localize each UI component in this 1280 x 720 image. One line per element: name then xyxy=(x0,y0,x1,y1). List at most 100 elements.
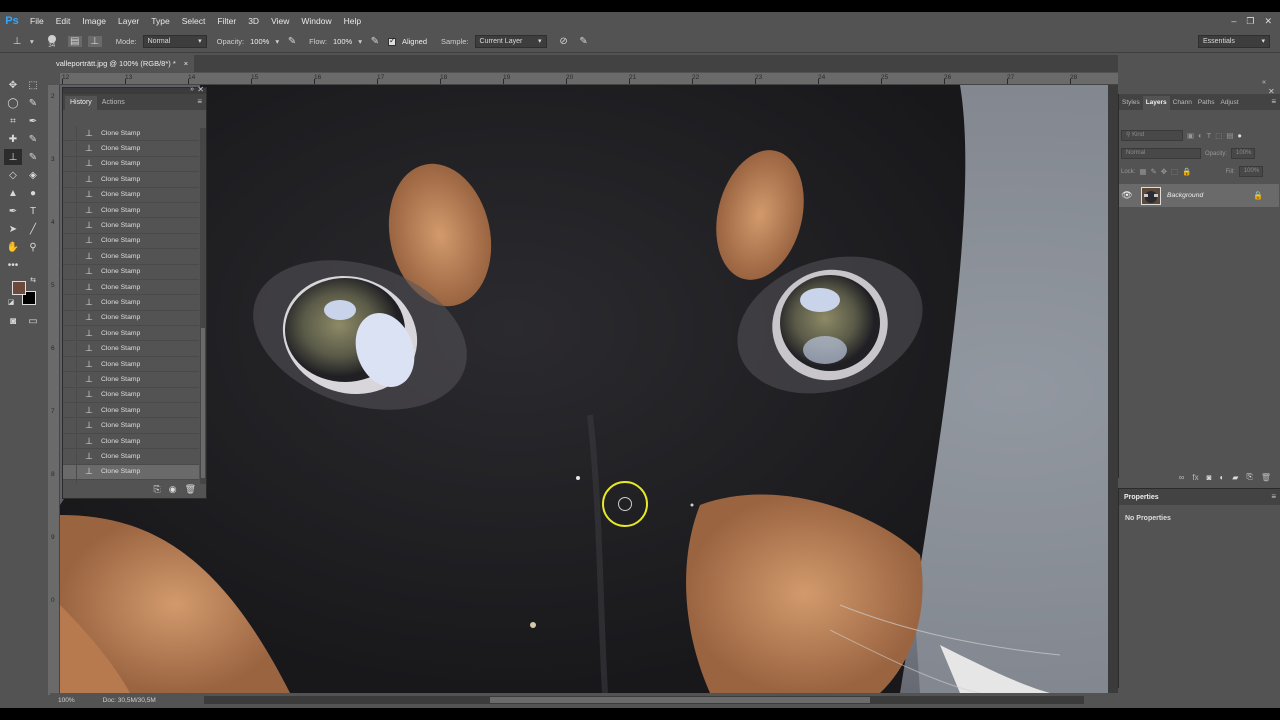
blend-mode-select[interactable]: Normal xyxy=(1121,148,1201,159)
history-brush-source-cell[interactable] xyxy=(63,218,77,233)
shape-filter-icon[interactable]: ⬚ xyxy=(1215,131,1222,140)
quick-selection-tool-icon[interactable]: ✎ xyxy=(24,95,42,111)
trash-icon[interactable]: 🗑 xyxy=(185,484,196,495)
minimize-button[interactable]: – xyxy=(1231,16,1236,26)
tab-channels[interactable]: Chann xyxy=(1170,96,1195,110)
restore-button[interactable]: ❐ xyxy=(1246,16,1254,27)
history-brush-source-cell[interactable] xyxy=(63,156,77,171)
pen-tool-icon[interactable]: ✒ xyxy=(4,203,22,219)
adjustment-layer-icon[interactable]: ◐ xyxy=(1219,473,1224,482)
visibility-eye-icon[interactable]: 👁 xyxy=(1119,190,1135,201)
filter-toggle-icon[interactable]: ● xyxy=(1237,131,1242,140)
history-item[interactable]: ⊥ Clone Stamp xyxy=(63,357,199,373)
mode-select[interactable]: Normal ▾ xyxy=(142,35,207,48)
fill-value[interactable]: 100% xyxy=(1238,166,1263,177)
panel-close-icon[interactable]: ✕ xyxy=(197,85,204,94)
tool-preset-chevron-icon[interactable]: ▾ xyxy=(30,37,34,46)
lock-artboard-icon[interactable]: ⬚ xyxy=(1171,167,1178,176)
history-brush-source-cell[interactable] xyxy=(63,341,77,356)
history-scroll-thumb[interactable] xyxy=(201,328,205,478)
history-item[interactable]: ⊥ Clone Stamp xyxy=(63,434,199,450)
menu-select[interactable]: Select xyxy=(176,12,212,30)
layer-opacity-value[interactable]: 100% xyxy=(1231,148,1256,159)
type-filter-icon[interactable]: T xyxy=(1207,131,1212,140)
lock-pixels-icon[interactable]: ✎ xyxy=(1150,167,1156,176)
foreground-color-swatch[interactable] xyxy=(12,281,26,295)
history-item[interactable]: ⊥ Clone Stamp xyxy=(63,310,199,327)
history-item[interactable]: ⊥ Clone Stamp xyxy=(63,203,199,219)
history-brush-source-cell[interactable] xyxy=(63,126,77,141)
opacity-pressure-icon[interactable]: ✎ xyxy=(285,36,299,47)
properties-title[interactable]: Properties xyxy=(1124,494,1159,501)
panel-menu-icon[interactable]: ≡ xyxy=(1271,492,1276,501)
add-mask-icon[interactable]: ◙ xyxy=(1207,473,1212,482)
history-item[interactable]: ⊥ Clone Stamp xyxy=(63,326,199,342)
history-item[interactable]: ⊥ Clone Stamp xyxy=(63,387,199,404)
tab-paths[interactable]: Paths xyxy=(1195,96,1218,110)
history-item[interactable]: ⊥ Clone Stamp xyxy=(63,449,199,465)
document-canvas[interactable] xyxy=(60,85,1118,693)
menu-type[interactable]: Type xyxy=(145,12,175,30)
canvas-vertical-scrollbar[interactable] xyxy=(1108,85,1118,693)
panel-menu-icon[interactable]: ≡ xyxy=(1271,97,1276,106)
history-brush-source-cell[interactable] xyxy=(63,418,77,433)
menu-edit[interactable]: Edit xyxy=(50,12,77,30)
tab-history[interactable]: History xyxy=(65,96,97,110)
history-brush-source-cell[interactable] xyxy=(63,372,77,387)
eraser-tool-icon[interactable]: ◇ xyxy=(4,167,22,183)
zoom-tool-icon[interactable]: ⚲ xyxy=(24,239,42,255)
lasso-tool-icon[interactable]: ◯ xyxy=(4,95,22,111)
marquee-tool-icon[interactable]: ⬚ xyxy=(24,77,42,93)
history-brush-source-cell[interactable] xyxy=(63,203,77,218)
history-item[interactable]: ⊥ Clone Stamp xyxy=(63,187,199,203)
history-item[interactable]: ⊥ Clone Stamp xyxy=(63,218,199,234)
history-brush-source-cell[interactable] xyxy=(63,403,77,418)
delete-layer-trash-icon[interactable]: 🗑 xyxy=(1261,473,1271,482)
document-close-icon[interactable]: × xyxy=(184,59,188,68)
history-brush-source-cell[interactable] xyxy=(63,449,77,464)
new-layer-icon[interactable]: ⎘ xyxy=(1246,472,1252,482)
airbrush-icon[interactable]: ✎ xyxy=(368,36,382,47)
history-brush-source-cell[interactable] xyxy=(63,233,77,248)
history-item[interactable]: ⊥ Clone Stamp xyxy=(63,172,199,188)
clone-stamp-tool-icon[interactable]: ⊥ xyxy=(4,149,22,165)
sample-select[interactable]: Current Layer ▾ xyxy=(474,35,547,48)
history-item[interactable]: ⊥ Clone Stamp xyxy=(63,372,199,388)
menu-image[interactable]: Image xyxy=(76,12,112,30)
lock-transparent-icon[interactable]: ▦ xyxy=(1139,167,1146,176)
horizontal-scroll-thumb[interactable] xyxy=(490,697,870,703)
healing-brush-tool-icon[interactable]: ✚ xyxy=(4,131,22,147)
menu-window[interactable]: Window xyxy=(295,12,337,30)
history-brush-tool-icon[interactable]: ✎ xyxy=(24,149,42,165)
collapse-icon[interactable]: » xyxy=(190,86,194,93)
history-brush-source-cell[interactable] xyxy=(63,172,77,187)
new-group-folder-icon[interactable]: ▰ xyxy=(1232,473,1238,482)
history-brush-source-cell[interactable] xyxy=(63,280,77,295)
workspace-select[interactable]: Essentials ▾ xyxy=(1198,35,1270,48)
smart-object-filter-icon[interactable]: ▤ xyxy=(1226,131,1233,140)
right-dock-collapse-icon[interactable]: « xyxy=(1262,79,1266,86)
tab-layers[interactable]: Layers xyxy=(1142,96,1170,110)
flow-value[interactable]: 100% xyxy=(333,37,352,46)
lock-icon[interactable]: 🔒 xyxy=(1253,191,1263,200)
history-item[interactable]: ⊥ Clone Stamp xyxy=(63,464,199,480)
screen-mode-icon[interactable]: ▭ xyxy=(24,313,42,329)
brush-panel-toggle-icon[interactable]: ▤ xyxy=(67,36,82,47)
menu-layer[interactable]: Layer xyxy=(112,12,145,30)
clone-source-panel-icon[interactable]: ⊥ xyxy=(87,36,102,47)
history-item[interactable]: ⊥ Clone Stamp xyxy=(63,249,199,265)
history-item[interactable]: ⊥ Clone Stamp xyxy=(63,280,199,296)
history-item[interactable]: ⊥ Clone Stamp xyxy=(63,403,199,419)
line-tool-icon[interactable]: ╱ xyxy=(24,221,42,237)
aligned-checkbox[interactable] xyxy=(387,36,396,46)
ignore-adjustment-layers-icon[interactable]: ⊘ xyxy=(557,36,571,47)
history-brush-source-cell[interactable] xyxy=(63,310,77,325)
history-item[interactable]: ⊥ Clone Stamp xyxy=(63,341,199,357)
link-layers-icon[interactable]: ∞ xyxy=(1179,473,1185,482)
menu-filter[interactable]: Filter xyxy=(211,12,242,30)
path-selection-tool-icon[interactable]: ➤ xyxy=(4,221,22,237)
swap-colors-icon[interactable]: ⇆ xyxy=(28,275,38,285)
blur-tool-icon[interactable]: ▲ xyxy=(4,185,22,201)
lock-all-icon[interactable]: 🔒 xyxy=(1182,167,1191,176)
layer-style-fx-icon[interactable]: fx xyxy=(1192,473,1198,482)
